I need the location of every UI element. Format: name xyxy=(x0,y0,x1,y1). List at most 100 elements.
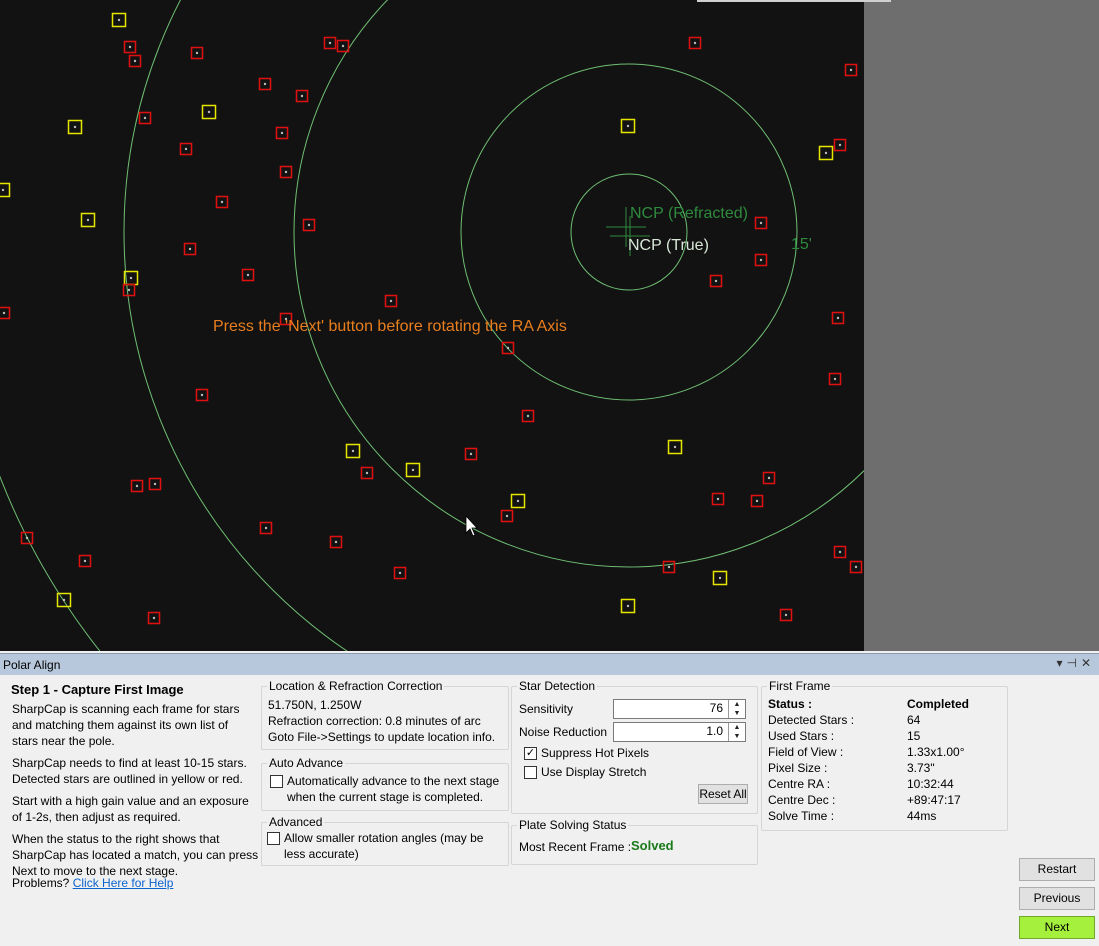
star-dot xyxy=(849,68,853,72)
smaller-rotation-label-2: less accurate) xyxy=(284,847,359,861)
star-dot xyxy=(716,497,720,501)
star-dot xyxy=(300,94,304,98)
star-dot xyxy=(767,476,771,480)
first-frame-value: 3.73" xyxy=(907,761,935,775)
first-frame-value: Completed xyxy=(907,697,970,711)
location-group-title: Location & Refraction Correction xyxy=(267,679,445,693)
star-dot xyxy=(1,188,5,192)
star-dot xyxy=(854,565,858,569)
step-line: SharpCap has located a match, you can pr… xyxy=(12,848,259,862)
noise-reduction-label: Noise Reduction xyxy=(519,725,608,739)
star-dot xyxy=(207,110,211,114)
step-instructions: SharpCap is scanning each frame for star… xyxy=(12,701,259,885)
plate-solving-group: Plate Solving Status Most Recent Frame :… xyxy=(511,818,758,865)
restart-button[interactable]: Restart xyxy=(1019,858,1095,881)
advanced-group: Advanced Allow smaller rotation angles (… xyxy=(261,815,509,866)
advanced-title: Advanced xyxy=(267,815,325,829)
first-frame-value: 44ms xyxy=(907,809,937,823)
first-frame-label: Used Stars : xyxy=(768,729,835,743)
star-dot xyxy=(833,377,837,381)
polar-align-panel: Polar Align ▾⊣✕ Step 1 - Capture First I… xyxy=(0,653,1099,946)
sensitivity-stepper[interactable]: 76 ▲ ▼ xyxy=(613,699,746,719)
previous-button[interactable]: Previous xyxy=(1019,887,1095,910)
auto-advance-checkbox[interactable] xyxy=(270,775,283,788)
step-line: stars near the pole. xyxy=(12,734,115,748)
first-frame-label: Centre Dec : xyxy=(768,793,836,807)
star-dot xyxy=(128,45,132,49)
camera-view[interactable]: NCP (Refracted) NCP (True) 15' Press the… xyxy=(0,0,864,651)
chevron-down-icon[interactable]: ▾ xyxy=(1056,656,1066,670)
display-stretch-checkbox[interactable] xyxy=(524,766,537,779)
star-dot xyxy=(62,598,66,602)
refraction-correction: Refraction correction: 0.8 minutes of ar… xyxy=(268,714,481,728)
pin-icon[interactable]: ⊣ xyxy=(1066,656,1080,670)
star-dot xyxy=(759,221,763,225)
panel-title: Polar Align xyxy=(3,658,61,672)
star-dot xyxy=(341,44,345,48)
sensitivity-value[interactable]: 76 xyxy=(710,701,723,715)
step-line: and matching them against its own list o… xyxy=(12,718,229,732)
star-overlay: NCP (Refracted) NCP (True) 15' Press the… xyxy=(0,0,864,651)
plate-solving-title: Plate Solving Status xyxy=(517,818,629,832)
first-frame-label: Status : xyxy=(768,697,813,711)
auto-advance-label-1: Automatically advance to the next stage xyxy=(287,774,500,788)
display-stretch-label: Use Display Stretch xyxy=(541,765,647,779)
close-icon[interactable]: ✕ xyxy=(1081,656,1095,670)
next-button[interactable]: Next xyxy=(1019,916,1095,939)
spin-arrows-icon[interactable]: ▲ ▼ xyxy=(728,723,745,741)
star-dot xyxy=(153,482,157,486)
step-paragraph: SharpCap is scanning each frame for star… xyxy=(12,701,257,749)
star-dot xyxy=(836,316,840,320)
star-dot xyxy=(693,41,697,45)
first-frame-value: 1.33x1.00° xyxy=(907,745,965,759)
star-dot xyxy=(117,18,121,22)
star-dot xyxy=(129,276,133,280)
reset-all-button[interactable]: Reset All xyxy=(698,784,748,804)
first-frame-label: Centre RA : xyxy=(768,777,831,791)
most-recent-frame-label: Most Recent Frame : xyxy=(519,840,632,854)
first-frame-row: Field of View : 1.33x1.00° xyxy=(768,745,1003,761)
first-frame-row: Status : Completed xyxy=(768,697,1003,713)
star-dot xyxy=(838,550,842,554)
star-dot xyxy=(152,616,156,620)
suppress-hot-pixels-label: Suppress Hot Pixels xyxy=(541,746,650,760)
ncp-ring-inner xyxy=(570,173,688,291)
noise-reduction-stepper[interactable]: 1.0 ▲ ▼ xyxy=(613,722,746,742)
star-dot xyxy=(263,82,267,86)
star-dot xyxy=(784,613,788,617)
star-dot xyxy=(86,218,90,222)
star-detection-group: Star Detection Sensitivity 76 ▲ ▼ Noise R… xyxy=(511,679,758,814)
star-dot xyxy=(506,346,510,350)
noise-reduction-value[interactable]: 1.0 xyxy=(706,724,723,738)
step-line: Start with a high gain value and an expo… xyxy=(12,794,249,808)
star-dot xyxy=(307,223,311,227)
step-line: of 1-2s, then adjust as required. xyxy=(12,810,181,824)
help-link[interactable]: Click Here for Help xyxy=(73,876,174,890)
star-dot xyxy=(714,279,718,283)
star-dot xyxy=(25,536,29,540)
star-dot xyxy=(469,452,473,456)
star-dot xyxy=(264,526,268,530)
star-dot xyxy=(284,170,288,174)
star-dot xyxy=(220,200,224,204)
star-dot xyxy=(759,258,763,262)
star-dot xyxy=(184,147,188,151)
step-paragraph: Start with a high gain value and an expo… xyxy=(12,793,257,825)
star-dot xyxy=(133,59,137,63)
star-dot xyxy=(718,576,722,580)
star-dot xyxy=(526,414,530,418)
star-dot xyxy=(351,449,355,453)
auto-advance-group: Auto Advance Automatically advance to th… xyxy=(261,756,509,811)
smaller-rotation-checkbox[interactable] xyxy=(267,832,280,845)
spin-arrows-icon[interactable]: ▲ ▼ xyxy=(728,700,745,718)
star-dot xyxy=(626,124,630,128)
first-frame-row: Centre RA : 10:32:44 xyxy=(768,777,1003,793)
step-heading: Step 1 - Capture First Image xyxy=(11,682,184,697)
step-paragraph: SharpCap needs to find at least 10-15 st… xyxy=(12,755,257,787)
star-dot xyxy=(135,484,139,488)
step-line: SharpCap is scanning each frame for star… xyxy=(12,702,240,716)
first-frame-label: Solve Time : xyxy=(768,809,835,823)
step-line: SharpCap needs to find at least 10-15 st… xyxy=(12,756,247,770)
suppress-hot-pixels-checkbox[interactable]: ✓ xyxy=(524,747,537,760)
first-frame-value: +89:47:17 xyxy=(907,793,961,807)
